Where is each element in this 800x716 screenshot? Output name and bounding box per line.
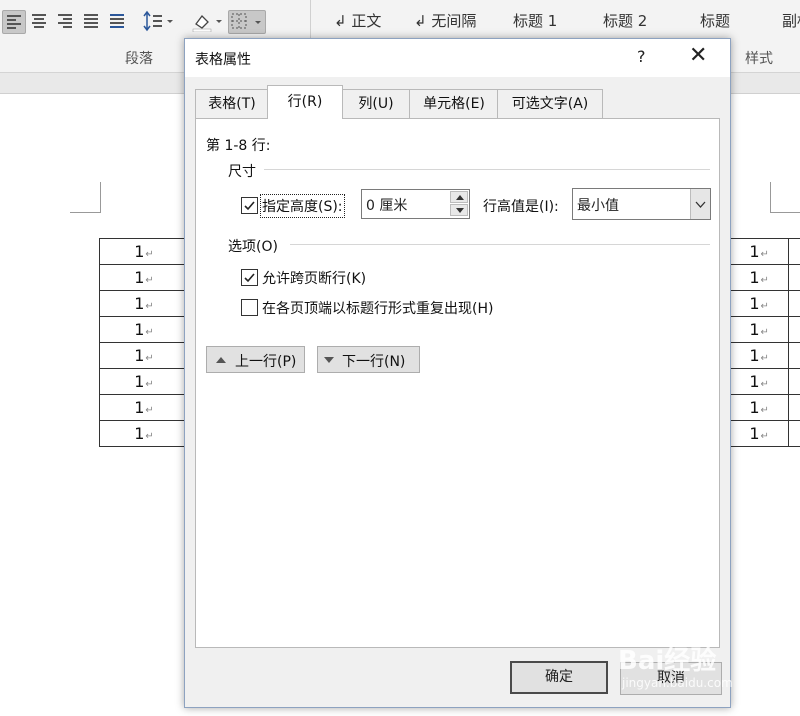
tab-row[interactable]: 行(R)	[267, 85, 343, 119]
height-rule-label: 行高值是(I):	[483, 199, 559, 215]
size-section-label: 尺寸	[228, 164, 256, 180]
divider	[264, 169, 710, 170]
previous-row-button[interactable]: 上一行(P)	[206, 346, 305, 373]
spin-up-button[interactable]	[450, 191, 468, 203]
tab-table[interactable]: 表格(T)	[195, 89, 269, 118]
row-tab-panel: 第 1-8 行: 尺寸 指定高度(S): 0 厘米 行高值是(I): 最小值 选…	[195, 118, 720, 648]
next-row-button[interactable]: 下一行(N)	[317, 346, 420, 373]
close-icon[interactable]: ✕	[689, 43, 707, 68]
specify-height-checkbox[interactable]	[241, 197, 258, 214]
tab-alt-text[interactable]: 可选文字(A)	[497, 89, 603, 118]
chevron-down-icon[interactable]	[690, 189, 710, 219]
height-spinner[interactable]: 0 厘米	[361, 189, 470, 219]
height-value[interactable]: 0 厘米	[366, 195, 407, 215]
watermark-url: jingyan.baidu.com	[622, 676, 733, 690]
dialog-title: 表格属性	[195, 52, 251, 68]
repeat-header-label[interactable]: 在各页顶端以标题行形式重复出现(H)	[262, 298, 493, 318]
table-properties-dialog: 表格属性 ? ✕ 表格(T) 行(R) 列(U) 单元格(E) 可选文字(A) …	[184, 38, 731, 708]
next-row-label: 下一行(N)	[342, 354, 406, 370]
watermark-brand: Bai经验	[618, 646, 717, 676]
allow-break-label[interactable]: 允许跨页断行(K)	[262, 268, 366, 288]
triangle-down-icon	[324, 357, 334, 363]
checkmark-icon	[244, 201, 255, 211]
help-icon[interactable]: ?	[637, 47, 646, 66]
height-rule-value: 最小值	[577, 198, 619, 214]
options-section-label: 选项(O)	[228, 239, 278, 255]
dialog-tabs: 表格(T) 行(R) 列(U) 单元格(E) 可选文字(A)	[195, 85, 720, 119]
checkmark-icon	[244, 273, 255, 283]
previous-row-label: 上一行(P)	[235, 354, 297, 370]
dialog-titlebar: 表格属性 ? ✕	[185, 39, 730, 77]
repeat-header-checkbox[interactable]	[241, 299, 258, 316]
rows-label: 第 1-8 行:	[206, 138, 271, 154]
specify-height-label[interactable]: 指定高度(S):	[260, 194, 345, 218]
tab-cell[interactable]: 单元格(E)	[409, 89, 499, 118]
height-rule-select[interactable]: 最小值	[572, 188, 711, 220]
ok-button[interactable]: 确定	[510, 661, 608, 694]
tab-column[interactable]: 列(U)	[341, 89, 411, 118]
triangle-up-icon	[216, 357, 226, 363]
allow-break-checkbox[interactable]	[241, 269, 258, 286]
spin-down-button[interactable]	[450, 204, 468, 216]
divider	[290, 244, 710, 245]
